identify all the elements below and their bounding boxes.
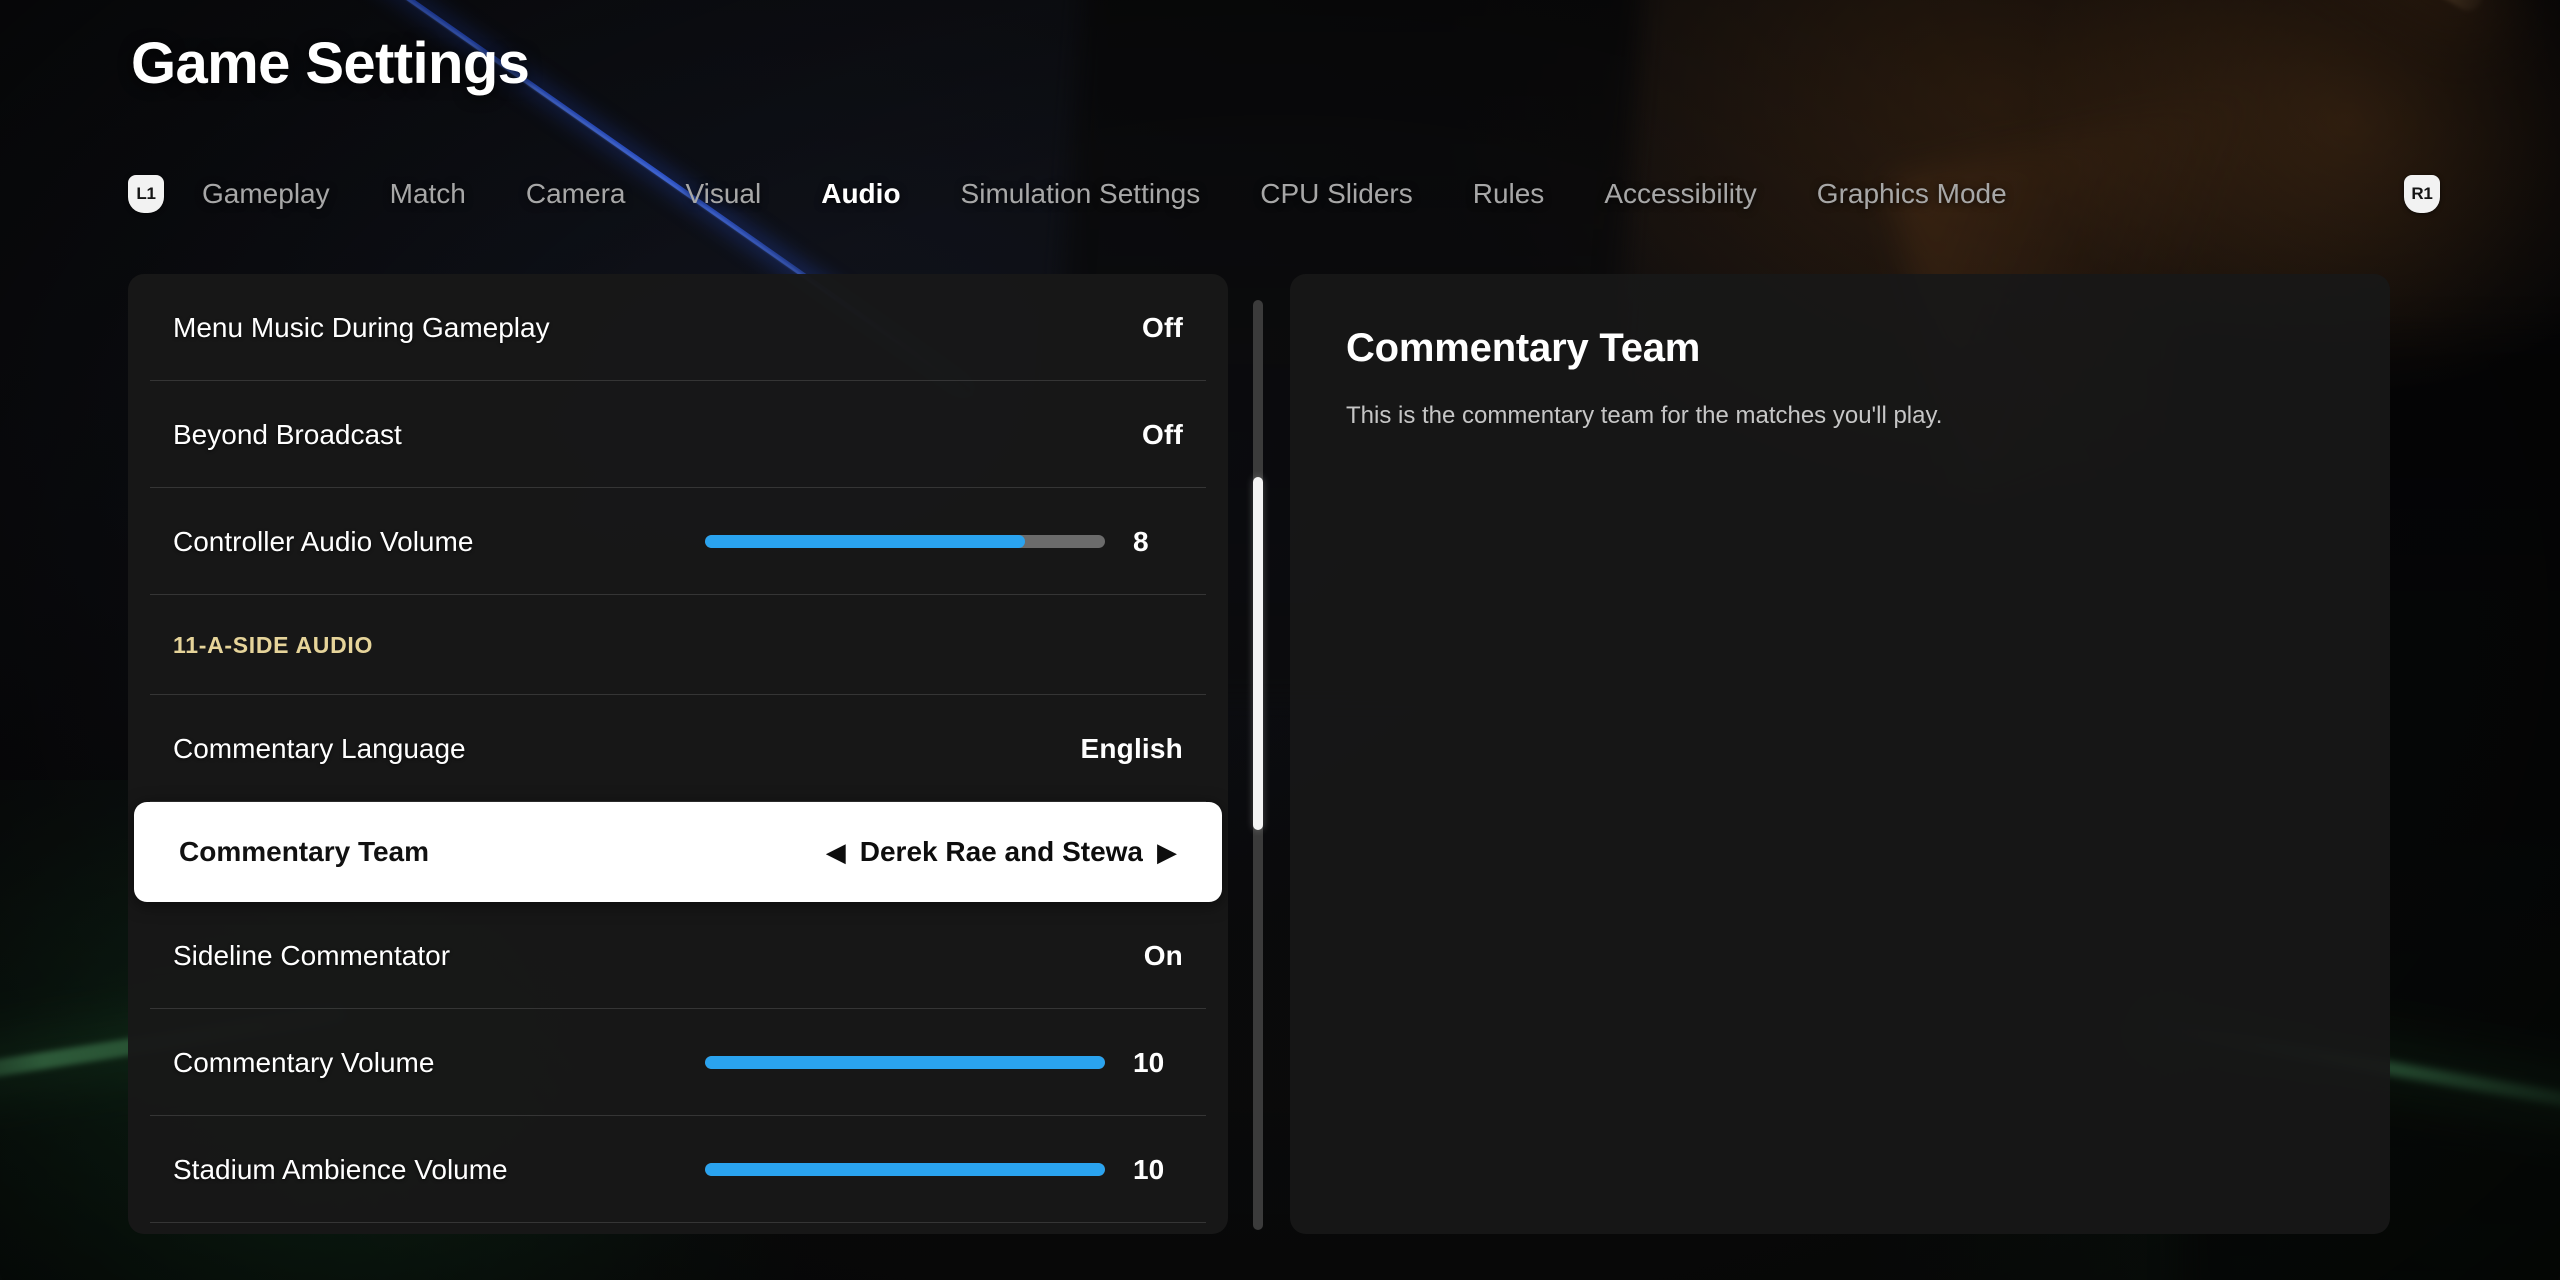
chevron-right-icon[interactable]: ▶ xyxy=(1157,839,1177,865)
game-settings-screen: Game Settings L1 Gameplay Match Camera Visu… xyxy=(0,0,2560,1280)
slider-track[interactable] xyxy=(705,1056,1105,1069)
l1-bumper-icon[interactable]: L1 xyxy=(128,175,164,213)
setting-value: English xyxy=(1080,732,1183,764)
setting-row-stadium-ambience-volume[interactable]: Stadium Ambience Volume 10 xyxy=(128,1116,1228,1223)
setting-row-commentary-language[interactable]: Commentary Language English xyxy=(128,695,1228,802)
setting-value: Off xyxy=(1141,418,1183,450)
setting-label: Sideline Commentator xyxy=(173,939,451,971)
setting-row-controller-audio-volume[interactable]: Controller Audio Volume 8 xyxy=(128,488,1228,595)
setting-value-wrap: English xyxy=(1063,733,1183,765)
setting-row-commentary-volume[interactable]: Commentary Volume 10 xyxy=(128,1009,1228,1116)
tab-match[interactable]: Match xyxy=(390,174,466,214)
detail-title: Commentary Team xyxy=(1346,326,1701,370)
slider-fill xyxy=(705,1163,1105,1176)
tab-rules[interactable]: Rules xyxy=(1473,174,1545,214)
tab-list: Gameplay Match Camera Visual Audio Simulation… xyxy=(164,174,2404,214)
detail-description: This is the commentary team for the matc… xyxy=(1346,402,1943,429)
tab-accessibility[interactable]: Accessibility xyxy=(1604,174,1756,214)
setting-value-wrap: Off xyxy=(1063,312,1183,344)
settings-rows: Menu Music During Gameplay Off Beyond Broa… xyxy=(128,274,1228,1223)
tab-cpu-sliders[interactable]: CPU Sliders xyxy=(1260,174,1412,214)
setting-label: Controller Audio Volume xyxy=(173,525,474,557)
settings-scrollbar[interactable] xyxy=(1253,300,1263,1230)
slider-value: 10 xyxy=(1133,1046,1165,1078)
page-title: Game Settings xyxy=(131,31,530,96)
r1-bumper-icon[interactable]: R1 xyxy=(2404,175,2440,213)
stepper-value: Derek Rae and Stewa xyxy=(859,836,1143,867)
slider-fill xyxy=(705,1056,1105,1069)
slider-track[interactable] xyxy=(705,535,1105,548)
setting-row-sideline-commentator[interactable]: Sideline Commentator On xyxy=(128,902,1228,1009)
slider-track[interactable] xyxy=(705,1163,1105,1176)
setting-label: Commentary Team xyxy=(179,836,430,867)
settings-list-panel: Menu Music During Gameplay Off Beyond Broa… xyxy=(128,274,1228,1234)
detail-panel: Commentary Team This is the commentary t… xyxy=(1290,274,2390,1234)
tab-graphics-mode[interactable]: Graphics Mode xyxy=(1817,174,2007,214)
tab-audio[interactable]: Audio xyxy=(821,174,900,214)
setting-value-wrap: On xyxy=(1063,940,1183,972)
tab-camera[interactable]: Camera xyxy=(526,174,626,214)
setting-row-menu-music-during-gameplay[interactable]: Menu Music During Gameplay Off xyxy=(128,274,1228,381)
section-title: 11-A-SIDE AUDIO xyxy=(173,631,374,658)
setting-label: Menu Music During Gameplay xyxy=(173,311,550,343)
stepper-control[interactable]: ◀ Derek Rae and Stewa ▶ xyxy=(826,836,1177,868)
tab-bar: L1 Gameplay Match Camera Visual Audio Simulat… xyxy=(128,166,2440,222)
setting-label: Stadium Ambience Volume xyxy=(173,1153,508,1185)
row-divider xyxy=(150,1222,1206,1223)
settings-section-header: 11-A-SIDE AUDIO xyxy=(128,595,1228,695)
setting-value: Off xyxy=(1141,311,1183,343)
tab-simulation-settings[interactable]: Simulation Settings xyxy=(961,174,1201,214)
setting-label: Commentary Language xyxy=(173,732,466,764)
tab-visual[interactable]: Visual xyxy=(685,174,761,214)
setting-row-beyond-broadcast[interactable]: Beyond Broadcast Off xyxy=(128,381,1228,488)
setting-value-wrap: Off xyxy=(1063,419,1183,451)
setting-label: Beyond Broadcast xyxy=(173,418,402,450)
setting-row-commentary-team[interactable]: Commentary Team ◀ Derek Rae and Stewa ▶ xyxy=(134,802,1222,902)
scrollbar-thumb[interactable] xyxy=(1253,476,1263,831)
slider-fill xyxy=(705,535,1025,548)
setting-value: On xyxy=(1143,939,1183,971)
slider-value: 10 xyxy=(1133,1153,1165,1185)
tab-gameplay[interactable]: Gameplay xyxy=(202,174,330,214)
setting-label: Commentary Volume xyxy=(173,1046,435,1078)
slider-value: 8 xyxy=(1133,525,1149,557)
chevron-left-icon[interactable]: ◀ xyxy=(826,839,846,865)
